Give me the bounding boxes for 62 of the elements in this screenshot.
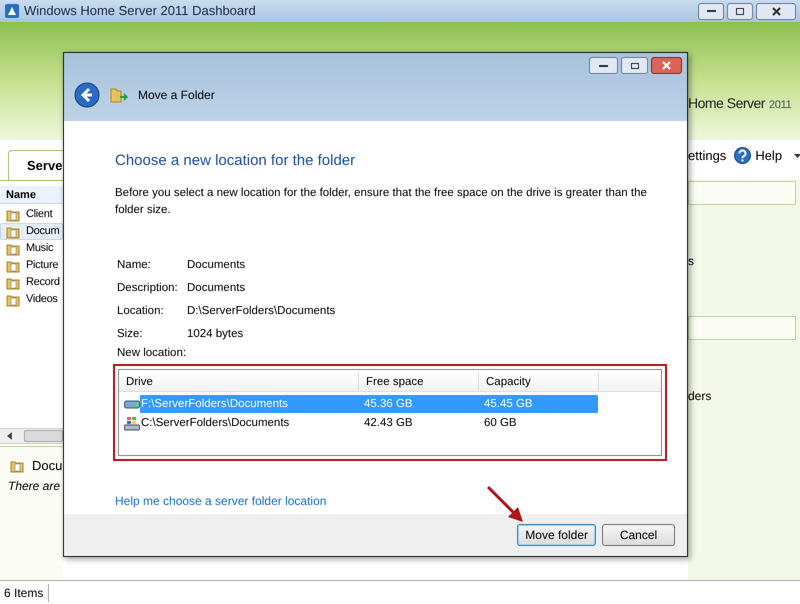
- property-value: 1024 bytes: [187, 326, 244, 342]
- folder-move-icon: [110, 87, 128, 103]
- folder-icon: [6, 224, 20, 238]
- property-label: Description:: [117, 280, 179, 296]
- folder-icon: [6, 242, 20, 256]
- folder-icon: [6, 292, 20, 306]
- dialog-title: Move a Folder: [138, 87, 215, 104]
- move-folder-button[interactable]: Move folder: [517, 524, 596, 546]
- cancel-button[interactable]: Cancel: [602, 524, 675, 546]
- brand-year: 2011: [768, 98, 792, 113]
- details-title: Docu: [32, 457, 62, 475]
- window-title: Windows Home Server 2011 Dashboard: [24, 2, 256, 20]
- close-icon: [662, 61, 671, 70]
- folder-icon: [6, 276, 20, 290]
- close-button[interactable]: [756, 2, 796, 20]
- folder-item[interactable]: Picture: [0, 257, 63, 274]
- caret-icon: [794, 154, 800, 158]
- folder-icon: [6, 208, 20, 222]
- horizontal-scrollbar[interactable]: [0, 428, 63, 444]
- help-menu[interactable]: Help: [755, 146, 800, 166]
- panel-text: ders: [688, 388, 712, 405]
- column-header[interactable]: Free space: [359, 372, 479, 391]
- folder-icon: [6, 258, 20, 272]
- app-icon: [4, 3, 20, 19]
- help-link[interactable]: Help me choose a server folder location: [115, 492, 326, 510]
- property-label: Size:: [117, 326, 144, 342]
- details-note: There are: [8, 478, 60, 495]
- folder-item[interactable]: Record: [0, 274, 63, 291]
- system-drive-icon: [124, 415, 140, 432]
- status-text: 6 Items: [4, 584, 50, 602]
- drive-list[interactable]: Drive Free space Capacity F:\ServerFolders\Documents 45.36 GB 45.45 GB C:\ServerFolders\Documents 42.43 GB 60 GB: [118, 368, 662, 456]
- scroll-left-icon: [6, 432, 14, 440]
- description: Before you select a new location for the folder, ensure that the free space on the drive is greater than the folder size.: [115, 186, 648, 218]
- annotation-arrow: [486, 485, 526, 525]
- help-icon: [734, 147, 752, 164]
- column-header[interactable]: Drive: [119, 372, 359, 391]
- folder-icon: [10, 458, 24, 473]
- back-button[interactable]: [74, 82, 100, 108]
- dialog-heading: Choose a new location for the folder: [115, 151, 356, 171]
- new-location-label: New location:: [116, 346, 188, 360]
- folder-item[interactable]: Music: [0, 240, 63, 257]
- maximize-button[interactable]: [621, 57, 648, 74]
- folder-item[interactable]: Client: [0, 206, 63, 223]
- property-label: Name:: [117, 258, 152, 272]
- minimize-button[interactable]: [698, 2, 724, 20]
- property-value: Documents: [187, 280, 246, 296]
- settings-link[interactable]: ettings: [688, 146, 726, 166]
- column-header: Name: [0, 186, 63, 204]
- minimize-button[interactable]: [589, 57, 618, 74]
- folder-item[interactable]: Videos: [0, 291, 63, 308]
- drive-row[interactable]: C:\ServerFolders\Documents 42.43 GB 60 GB: [140, 414, 598, 432]
- property-value: D:\ServerFolders\Documents: [187, 304, 336, 318]
- property-label: Location:: [117, 304, 165, 318]
- folder-item[interactable]: Docum: [0, 223, 63, 240]
- panel-text: s: [688, 253, 694, 270]
- close-icon: [772, 6, 780, 16]
- property-value: Documents: [187, 258, 246, 272]
- restore-button[interactable]: [727, 2, 753, 20]
- brand-name: Home Server: [688, 94, 765, 113]
- drive-icon: [124, 398, 140, 410]
- close-button[interactable]: [651, 57, 682, 74]
- column-header[interactable]: Capacity: [479, 372, 599, 391]
